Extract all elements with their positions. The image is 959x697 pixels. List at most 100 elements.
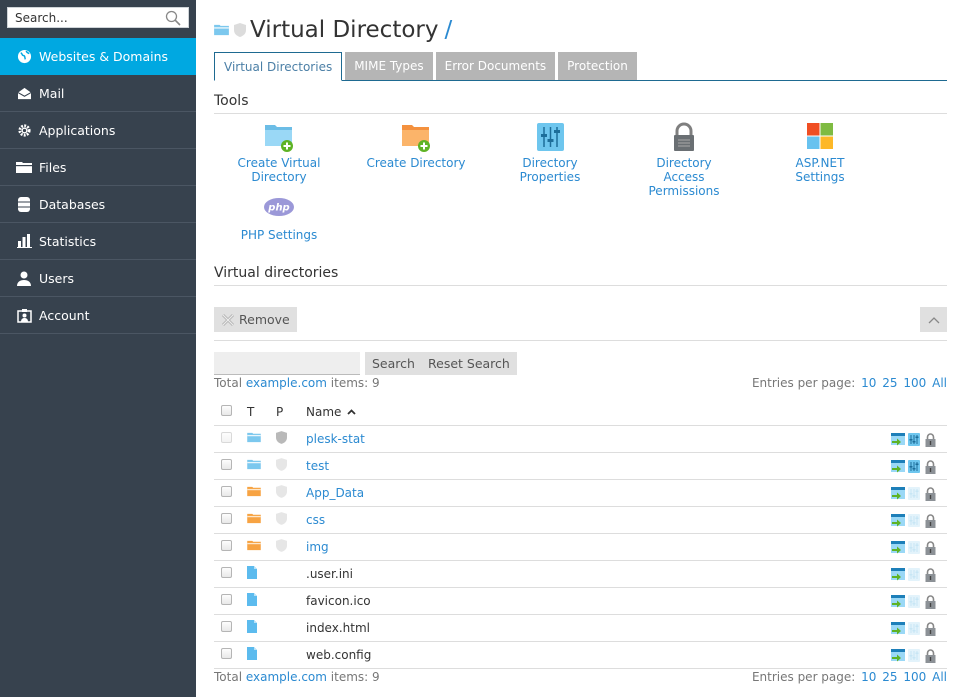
folder-add-blue-icon bbox=[265, 125, 293, 152]
domain-link[interactable]: example.com bbox=[246, 670, 327, 684]
permissions-lock-icon[interactable] bbox=[925, 487, 939, 501]
open-in-browser-icon[interactable] bbox=[891, 541, 905, 555]
permissions-lock-icon[interactable] bbox=[925, 514, 939, 528]
column-name[interactable]: Name bbox=[306, 405, 947, 419]
directory-access-permissions-button[interactable]: Directory Access Permissions bbox=[634, 122, 734, 198]
permissions-lock-icon[interactable] bbox=[925, 433, 939, 447]
search-button[interactable]: Search bbox=[365, 352, 422, 375]
sliders-icon bbox=[537, 123, 564, 151]
properties-icon bbox=[908, 487, 922, 501]
open-in-browser-icon[interactable] bbox=[891, 514, 905, 528]
shield-icon bbox=[276, 458, 287, 471]
row-actions bbox=[891, 649, 939, 663]
properties-icon bbox=[908, 514, 922, 528]
sidebar-item-account[interactable]: Account bbox=[0, 297, 196, 334]
entries-all-link[interactable]: All bbox=[932, 670, 947, 684]
create-virtual-directory-button[interactable]: Create Virtual Directory bbox=[214, 122, 344, 184]
select-all-checkbox[interactable] bbox=[221, 405, 232, 416]
sidebar-item-websites-domains[interactable]: Websites & Domains bbox=[0, 38, 196, 75]
sidebar-item-statistics[interactable]: Statistics bbox=[0, 223, 196, 260]
open-in-browser-icon[interactable] bbox=[891, 460, 905, 474]
open-in-browser-icon[interactable] bbox=[891, 487, 905, 501]
tool-label: Permissions bbox=[648, 184, 720, 198]
row-checkbox[interactable] bbox=[221, 540, 232, 551]
folder-icon bbox=[247, 540, 261, 554]
permissions-lock-icon[interactable] bbox=[925, 460, 939, 474]
shield-icon bbox=[276, 512, 287, 525]
folder-icon bbox=[16, 159, 32, 175]
domain-link[interactable]: example.com bbox=[246, 376, 327, 390]
entries-100-link[interactable]: 100 bbox=[903, 670, 926, 684]
permissions-lock-icon[interactable] bbox=[925, 649, 939, 663]
open-in-browser-icon[interactable] bbox=[891, 622, 905, 636]
row-name[interactable]: test bbox=[306, 459, 329, 473]
row-name[interactable]: App_Data bbox=[306, 486, 364, 500]
page-header: Virtual Directory / bbox=[214, 14, 452, 46]
virtual-directory-icon bbox=[247, 432, 261, 446]
folder-add-orange-icon bbox=[402, 125, 430, 152]
search-icon[interactable] bbox=[165, 10, 181, 26]
open-in-browser-icon[interactable] bbox=[891, 433, 905, 447]
row-actions bbox=[891, 595, 939, 609]
entries-10-link[interactable]: 10 bbox=[861, 376, 876, 390]
sidebar-item-label: Account bbox=[39, 307, 90, 323]
table-row: .user.ini bbox=[214, 561, 947, 588]
permissions-lock-icon[interactable] bbox=[925, 595, 939, 609]
reset-search-button[interactable]: Reset Search bbox=[421, 352, 517, 375]
remove-button[interactable]: Remove bbox=[214, 307, 297, 332]
tab-virtual-directories[interactable]: Virtual Directories bbox=[214, 52, 343, 81]
path-link[interactable]: / bbox=[444, 17, 452, 43]
properties-icon bbox=[908, 541, 922, 555]
entries-100-link[interactable]: 100 bbox=[903, 376, 926, 390]
sidebar-item-databases[interactable]: Databases bbox=[0, 186, 196, 223]
row-checkbox[interactable] bbox=[221, 648, 232, 659]
row-checkbox[interactable] bbox=[221, 594, 232, 605]
remove-icon bbox=[221, 313, 235, 326]
permissions-lock-icon[interactable] bbox=[925, 568, 939, 582]
php-settings-button[interactable]: php PHP Settings bbox=[229, 194, 329, 242]
properties-icon[interactable] bbox=[908, 433, 922, 447]
properties-icon bbox=[908, 649, 922, 663]
create-directory-button[interactable]: Create Directory bbox=[366, 122, 466, 170]
aspnet-settings-button[interactable]: ASP.NET Settings bbox=[770, 122, 870, 184]
row-actions bbox=[891, 460, 939, 474]
tab-error-documents[interactable]: Error Documents bbox=[435, 52, 556, 80]
sidebar-item-users[interactable]: Users bbox=[0, 260, 196, 297]
entries-10-link[interactable]: 10 bbox=[861, 670, 876, 684]
collapse-button[interactable] bbox=[920, 307, 947, 332]
open-in-browser-icon[interactable] bbox=[891, 649, 905, 663]
permissions-lock-icon[interactable] bbox=[925, 541, 939, 555]
row-actions bbox=[891, 487, 939, 501]
tab-protection[interactable]: Protection bbox=[558, 52, 637, 80]
shield-icon bbox=[276, 431, 287, 444]
entries-all-link[interactable]: All bbox=[932, 376, 947, 390]
row-name[interactable]: img bbox=[306, 540, 329, 554]
row-name: .user.ini bbox=[306, 567, 353, 581]
permissions-lock-icon[interactable] bbox=[925, 622, 939, 636]
column-protection[interactable]: P bbox=[268, 405, 306, 419]
directory-properties-button[interactable]: Directory Properties bbox=[492, 122, 608, 184]
virtual-directories-heading: Virtual directories bbox=[214, 265, 947, 286]
row-checkbox[interactable] bbox=[221, 513, 232, 524]
row-checkbox[interactable] bbox=[221, 486, 232, 497]
entries-25-link[interactable]: 25 bbox=[882, 376, 897, 390]
sidebar-search-input[interactable] bbox=[8, 8, 158, 27]
column-type[interactable]: T bbox=[238, 405, 268, 419]
properties-icon[interactable] bbox=[908, 460, 922, 474]
tab-mime-types[interactable]: MIME Types bbox=[345, 52, 433, 80]
row-checkbox[interactable] bbox=[221, 567, 232, 578]
row-name[interactable]: css bbox=[306, 513, 325, 527]
list-search-input[interactable] bbox=[214, 352, 360, 375]
total-items-bottom: Total example.com items: 9 bbox=[214, 670, 380, 684]
tool-label: ASP.NET Settings bbox=[795, 156, 845, 184]
row-name[interactable]: plesk-stat bbox=[306, 432, 365, 446]
sidebar-item-files[interactable]: Files bbox=[0, 149, 196, 186]
sidebar-item-mail[interactable]: Mail bbox=[0, 75, 196, 112]
entries-25-link[interactable]: 25 bbox=[882, 670, 897, 684]
open-in-browser-icon[interactable] bbox=[891, 568, 905, 582]
row-checkbox[interactable] bbox=[221, 621, 232, 632]
row-checkbox[interactable] bbox=[221, 459, 232, 470]
open-in-browser-icon[interactable] bbox=[891, 595, 905, 609]
properties-icon bbox=[908, 622, 922, 636]
sidebar-item-applications[interactable]: Applications bbox=[0, 112, 196, 149]
